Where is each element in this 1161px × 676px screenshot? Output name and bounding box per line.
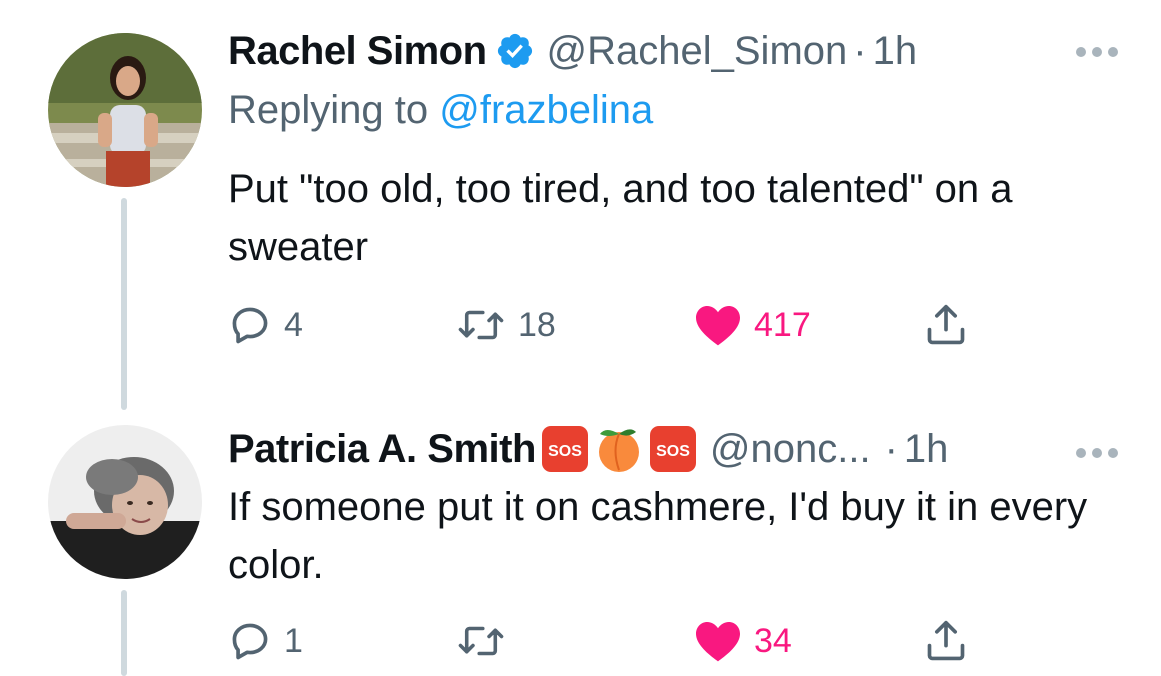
tweet-header: Patricia A. Smith SOS SOS @nonc... · 1h: [228, 424, 948, 474]
retweet-icon: [458, 626, 504, 656]
like-button[interactable]: 417: [694, 300, 811, 350]
tweet-timestamp[interactable]: 1h: [873, 29, 918, 74]
reply-count: 1: [284, 621, 303, 660]
tweet-text: Put "too old, too tired, and too talente…: [228, 167, 1013, 269]
reply-button[interactable]: 1: [228, 616, 303, 666]
heart-filled-icon: [696, 306, 740, 346]
peach-icon: [594, 424, 644, 474]
replying-to-handle[interactable]: @frazbelina: [439, 88, 653, 132]
like-count: 34: [754, 621, 792, 660]
heart-filled-icon: [696, 622, 740, 662]
retweet-button[interactable]: 18: [456, 300, 556, 350]
like-button[interactable]: 34: [694, 616, 792, 666]
reply-count: 4: [284, 305, 303, 344]
sos-icon: SOS: [540, 424, 590, 474]
more-options-icon[interactable]: [1075, 446, 1119, 458]
share-icon: [927, 620, 965, 661]
avatar-photo: [48, 425, 202, 579]
reply-icon: [232, 623, 268, 660]
share-button[interactable]: [924, 300, 968, 350]
retweet-icon: [458, 310, 504, 340]
retweet-count: 18: [518, 305, 556, 344]
like-count: 417: [754, 305, 811, 344]
thread-line: [121, 198, 127, 410]
author-handle[interactable]: @nonc...: [710, 427, 871, 472]
tweet-text: If someone put it on cashmere, I'd buy i…: [228, 485, 1088, 587]
author-name[interactable]: Rachel Simon: [228, 29, 487, 74]
svg-text:SOS: SOS: [548, 443, 582, 460]
tweet-header: Rachel Simon @Rachel_Simon · 1h: [228, 26, 917, 76]
verified-badge-icon: [495, 31, 535, 71]
replying-to: Replying to @frazbelina: [228, 88, 653, 133]
thread-line: [121, 590, 127, 676]
share-icon: [927, 304, 965, 345]
tweet[interactable]: Patricia A. Smith SOS SOS @nonc... · 1h: [0, 410, 1161, 676]
retweet-button[interactable]: [456, 616, 518, 666]
reply-icon: [232, 307, 268, 344]
avatar[interactable]: [48, 425, 202, 579]
sos-icon: SOS: [648, 424, 698, 474]
tweet[interactable]: Rachel Simon @Rachel_Simon · 1h Replying…: [0, 0, 1161, 410]
separator-dot: ·: [884, 426, 898, 471]
tweet-timestamp[interactable]: 1h: [904, 427, 949, 472]
avatar[interactable]: [48, 33, 202, 187]
separator-dot: ·: [853, 28, 867, 73]
tweet-actions: 1 34: [228, 616, 988, 666]
share-button[interactable]: [924, 616, 968, 666]
avatar-photo: [48, 33, 202, 187]
author-name[interactable]: Patricia A. Smith: [228, 427, 536, 472]
tweet-actions: 4 18 417: [228, 300, 988, 350]
replying-to-label: Replying to: [228, 88, 429, 132]
more-options-icon[interactable]: [1075, 45, 1119, 57]
svg-text:SOS: SOS: [656, 443, 690, 460]
reply-button[interactable]: 4: [228, 300, 303, 350]
author-handle[interactable]: @Rachel_Simon: [547, 29, 848, 74]
